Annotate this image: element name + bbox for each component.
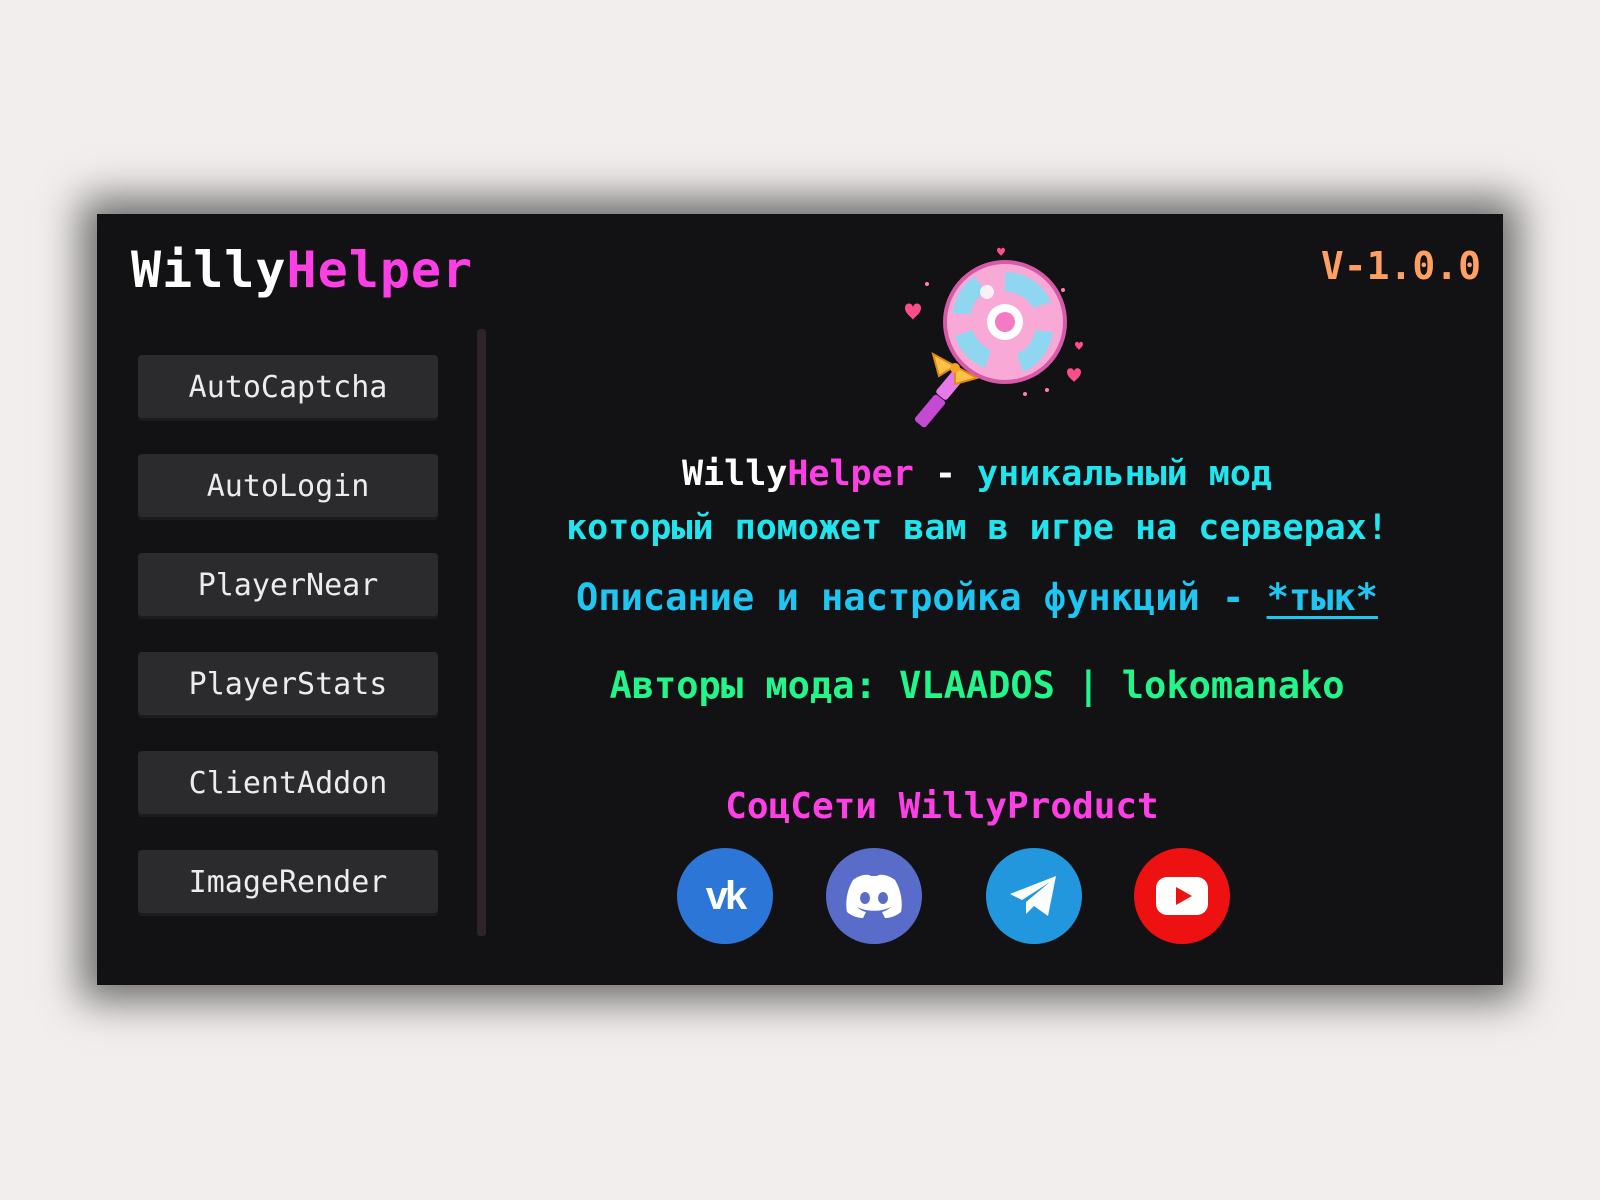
social-title: СоцСети WillyProduct — [725, 786, 1159, 827]
app-logo: WillyHelper — [131, 240, 473, 300]
menu-button-autocaptcha[interactable]: AutoCaptcha — [138, 355, 438, 421]
youtube-button[interactable] — [1134, 848, 1230, 944]
logo-part-helper: Helper — [286, 241, 474, 299]
description-line-3: Описание и настройка функций - *тык* — [497, 576, 1457, 620]
description-text-3: Описание и настройка функций - — [576, 576, 1267, 619]
telegram-icon — [1010, 876, 1056, 916]
vk-icon: vk — [705, 873, 747, 918]
description-name-helper: Helper — [787, 454, 914, 494]
sidebar-menu: AutoCaptcha AutoLogin PlayerNear PlayerS… — [138, 355, 438, 949]
lollipop-icon — [905, 247, 1083, 428]
version-label: V-1.0.0 — [1320, 244, 1481, 288]
menu-button-playernear[interactable]: PlayerNear — [138, 553, 438, 619]
telegram-button[interactable] — [986, 848, 1082, 944]
menu-button-autologin[interactable]: AutoLogin — [138, 454, 438, 520]
menu-button-imagerender[interactable]: ImageRender — [138, 850, 438, 916]
description-name-willy: Willy — [681, 454, 788, 494]
description-link[interactable]: *тык* — [1267, 576, 1378, 619]
menu-button-clientaddon[interactable]: ClientAddon — [138, 751, 438, 817]
youtube-icon — [1156, 877, 1208, 915]
description-line-1: WillyHelper - уникальный мод — [517, 454, 1437, 494]
logo-part-willy: Willy — [131, 241, 287, 299]
vk-button[interactable]: vk — [677, 848, 773, 944]
discord-icon — [846, 874, 902, 918]
menu-button-playerstats[interactable]: PlayerStats — [138, 652, 438, 718]
description-text-1: уникальный мод — [977, 454, 1273, 494]
description-line-2: который поможет вам в игре на серверах! — [566, 508, 1388, 548]
main-window: WillyHelper V-1.0.0 AutoCaptcha AutoLogi… — [97, 214, 1503, 985]
discord-button[interactable] — [826, 848, 922, 944]
sidebar-scrollbar[interactable] — [477, 329, 486, 936]
description-dash: - — [913, 454, 977, 494]
authors-label: Авторы мода: VLAADOS | lokomanako — [609, 664, 1345, 707]
